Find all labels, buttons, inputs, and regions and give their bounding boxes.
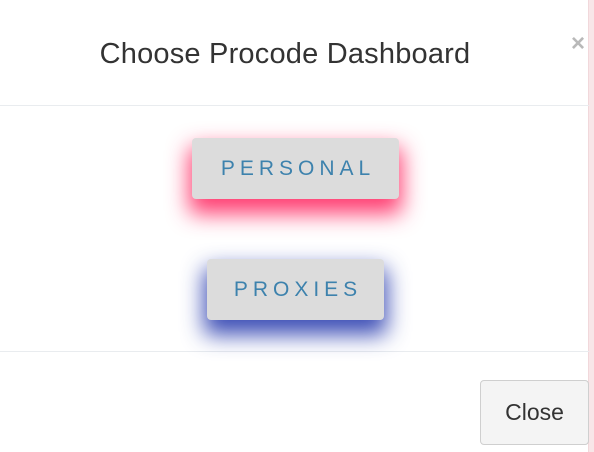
modal-header: Choose Procode Dashboard × — [0, 0, 589, 106]
close-button[interactable]: Close — [480, 380, 589, 445]
personal-dashboard-button[interactable]: PERSONAL — [192, 138, 399, 199]
modal-body: PERSONAL PROXIES — [0, 106, 589, 352]
modal-title: Choose Procode Dashboard — [99, 38, 471, 70]
dashboard-modal: Choose Procode Dashboard × PERSONAL PROX… — [0, 0, 589, 452]
proxies-button-label: PROXIES — [233, 278, 363, 301]
modal-footer: Close — [0, 352, 589, 452]
proxies-dashboard-button[interactable]: PROXIES — [207, 259, 384, 320]
close-icon[interactable]: × — [567, 30, 589, 58]
personal-button-label: PERSONAL — [220, 157, 376, 180]
